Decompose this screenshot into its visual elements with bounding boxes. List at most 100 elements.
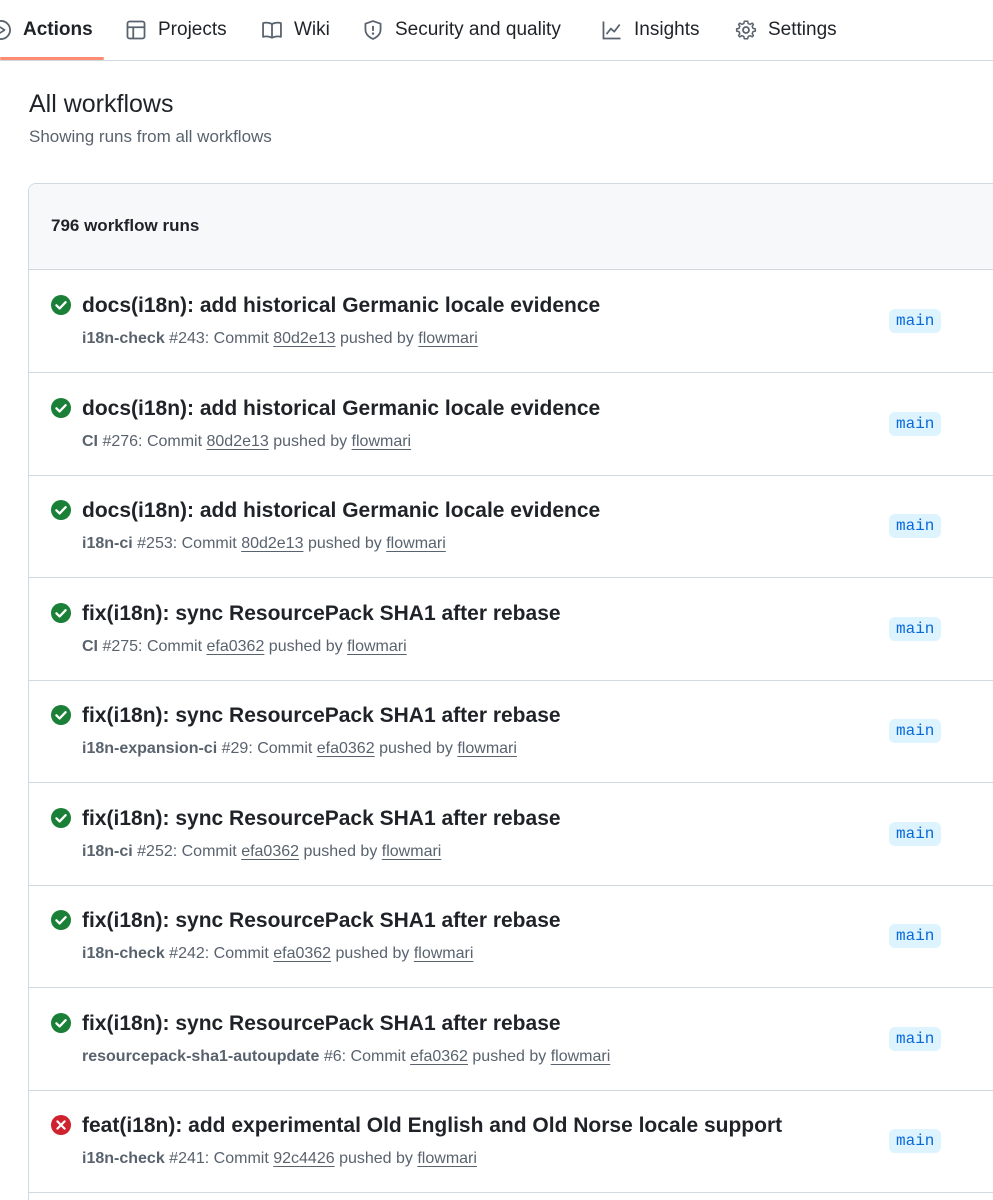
commit-sha-link[interactable]: 80d2e13 [273,330,335,347]
run-title-link[interactable]: fix(i18n): sync ResourcePack SHA1 after … [82,704,561,728]
branch-badge[interactable]: main [889,821,942,846]
run-number: #29 [221,740,249,757]
run-meta: CI #275: Commit efa0362 pushed by flowma… [82,638,407,656]
runs-header: 796 workflow runs [29,184,993,270]
workflow-name: CI [82,432,98,450]
branch-badge[interactable]: main [889,309,942,333]
tab-settings[interactable]: Settings [734,0,837,60]
commit-label: : Commit [248,740,313,757]
check-circle-fill-icon [50,704,72,726]
branch-badge[interactable]: main [889,514,942,538]
run-meta: resourcepack-sha1-autoupdate #6: Commit … [82,1048,610,1066]
run-title-link[interactable]: fix(i18n): sync ResourcePack SHA1 after … [82,807,561,831]
run-title-link[interactable]: fix(i18n): sync ResourcePack SHA1 after … [82,1012,561,1036]
run-title-link[interactable]: fix(i18n): sync ResourcePack SHA1 after … [82,909,561,933]
workflow-name: i18n-check [82,1150,165,1167]
commit-sha-link[interactable]: efa0362 [241,843,299,860]
run-number: #276 [102,432,139,450]
tab-insights[interactable]: Insights [600,0,699,60]
workflow-run-row[interactable]: fix(i18n): sync ResourcePack SHA1 after … [29,783,993,886]
tab-wiki[interactable]: Wiki [260,0,330,60]
page-subtitle: Showing runs from all workflows [29,127,272,146]
run-number: #6 [323,1047,342,1065]
pushed-by-label: pushed by [472,1047,547,1065]
branch-badge[interactable]: main [889,719,942,743]
pushed-by-label: pushed by [339,330,414,347]
actor-link[interactable]: flowmari [418,330,478,347]
check-circle-fill-icon [50,909,72,931]
run-title-link[interactable]: fix(i18n): sync ResourcePack SHA1 after … [82,602,561,626]
workflow-name: i18n-ci [82,535,133,552]
workflow-run-row[interactable]: docs(i18n): add historical Germanic loca… [29,475,993,578]
pushed-by-label: pushed by [335,945,410,962]
gear-icon [734,18,758,42]
run-number: #275 [102,637,139,655]
commit-sha-link[interactable]: efa0362 [273,945,331,962]
branch-badge[interactable]: main [889,1129,942,1153]
branch-badge[interactable]: main [889,1026,942,1051]
graph-icon [600,18,624,42]
pushed-by-label: pushed by [273,432,348,450]
commit-sha-link[interactable]: 80d2e13 [207,433,269,450]
tab-projects[interactable]: Projects [124,0,227,60]
run-meta: i18n-ci #253: Commit 80d2e13 pushed by f… [82,535,446,553]
workflow-name: CI [82,637,98,655]
run-number: #243 [169,330,205,347]
commit-label: : Commit [138,637,203,655]
commit-sha-link[interactable]: efa0362 [207,638,265,655]
workflow-run-row[interactable]: feat(i18n): add experimental Old English… [29,1090,993,1193]
tab-label: Security and quality [395,19,561,40]
actor-link[interactable]: flowmari [414,945,474,962]
workflow-name: i18n-ci [82,842,133,860]
run-meta: i18n-ci #252: Commit efa0362 pushed by f… [82,843,441,861]
branch-badge[interactable]: main [889,411,942,436]
workflow-run-row[interactable]: fix(i18n): sync ResourcePack SHA1 after … [29,680,993,783]
workflow-run-row[interactable]: docs(i18n): add historical Germanic loca… [29,270,993,373]
run-title-link[interactable]: feat(i18n): add experimental Old English… [82,1114,782,1138]
run-number: #242 [169,945,205,962]
check-circle-fill-icon [50,397,72,419]
tab-label: Settings [768,19,837,40]
branch-badge[interactable]: main [889,616,942,641]
commit-label: : Commit [138,432,203,450]
workflow-name: i18n-check [82,945,165,962]
actor-link[interactable]: flowmari [352,433,412,450]
workflow-run-row[interactable]: fix(i18n): sync ResourcePack SHA1 after … [29,988,993,1091]
check-circle-fill-icon [50,499,72,521]
workflow-run-row[interactable]: docs(i18n): add historical Germanic loca… [29,373,993,476]
commit-sha-link[interactable]: 92c4426 [273,1150,334,1167]
page-title: All workflows [29,90,174,118]
actor-link[interactable]: flowmari [386,535,446,552]
run-title-link[interactable]: docs(i18n): add historical Germanic loca… [82,294,600,318]
book-icon [260,18,284,42]
run-meta: CI #276: Commit 80d2e13 pushed by flowma… [82,433,411,451]
workflow-run-row[interactable]: fix(i18n): sync ResourcePack SHA1 after … [29,578,993,681]
tab-security-and-quality[interactable]: Security and quality [361,0,561,60]
commit-label: : Commit [172,535,237,552]
workflow-name: resourcepack-sha1-autoupdate [82,1047,320,1065]
commit-sha-link[interactable]: efa0362 [317,740,375,757]
table-icon [124,18,148,42]
tab-label: Actions [23,19,93,40]
tab-actions[interactable]: Actions [0,0,93,60]
branch-badge[interactable]: main [889,924,942,948]
commit-sha-link[interactable]: 80d2e13 [241,535,303,552]
tab-label: Projects [158,19,227,40]
workflow-run-row[interactable]: fix(i18n): sync ResourcePack SHA1 after … [29,885,993,988]
workflow-name: i18n-expansion-ci [82,740,218,757]
workflow-runs-box: 796 workflow runs docs(i18n): add histor… [28,183,993,1200]
commit-sha-link[interactable]: efa0362 [410,1048,468,1065]
run-meta: i18n-check #242: Commit efa0362 pushed b… [82,945,473,963]
run-meta: i18n-check #241: Commit 92c4426 pushed b… [82,1150,477,1168]
actor-link[interactable]: flowmari [551,1048,611,1065]
actor-link[interactable]: flowmari [382,843,442,860]
actor-link[interactable]: flowmari [417,1150,477,1167]
actor-link[interactable]: flowmari [347,638,407,655]
run-number: #252 [137,842,173,860]
check-circle-fill-icon [50,294,72,316]
check-circle-fill-icon [50,602,72,624]
run-title-link[interactable]: docs(i18n): add historical Germanic loca… [82,397,600,421]
run-title-link[interactable]: docs(i18n): add historical Germanic loca… [82,499,600,523]
actor-link[interactable]: flowmari [457,740,517,757]
commit-label: : Commit [341,1047,406,1065]
